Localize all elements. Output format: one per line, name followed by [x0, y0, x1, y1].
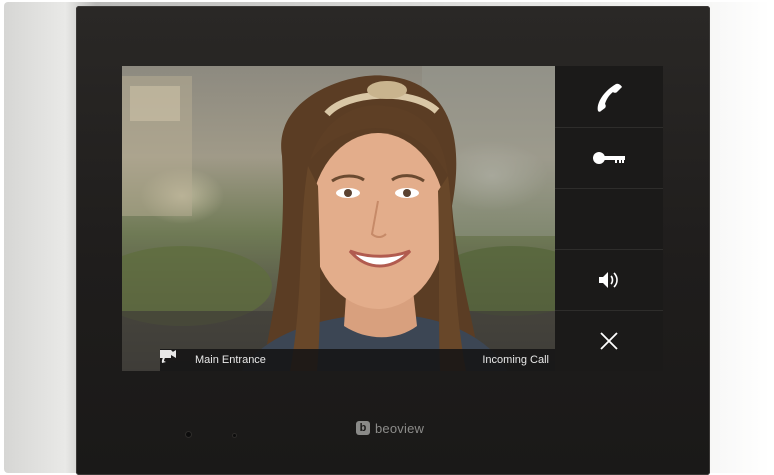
- brand-name: beoview: [375, 420, 425, 436]
- phone-handset-icon: [597, 83, 622, 112]
- answer-call-button[interactable]: [555, 66, 663, 127]
- intercom-screen: Main Entrance Incoming Call: [122, 66, 663, 371]
- brand-mark: b: [356, 421, 370, 435]
- call-status-label: Incoming Call: [482, 354, 549, 366]
- empty-slot-button[interactable]: [555, 188, 663, 249]
- key-icon: [593, 152, 625, 164]
- video-caption-bar: Main Entrance Incoming Call: [160, 349, 555, 371]
- control-panel: [555, 66, 663, 371]
- unlock-door-button[interactable]: [555, 127, 663, 188]
- close-icon: [600, 332, 618, 350]
- camera-lens: [186, 432, 191, 437]
- end-call-button[interactable]: [555, 310, 663, 371]
- visitor-video-image: [122, 66, 555, 371]
- light-sensor: [233, 434, 236, 437]
- phone-handset-icon: [161, 350, 173, 363]
- brand-logo: b beoview: [356, 420, 424, 436]
- camera-location-label: Main Entrance: [195, 354, 266, 366]
- speaker-icon: [599, 272, 618, 288]
- video-feed: Main Entrance Incoming Call: [122, 66, 555, 371]
- volume-button[interactable]: [555, 249, 663, 310]
